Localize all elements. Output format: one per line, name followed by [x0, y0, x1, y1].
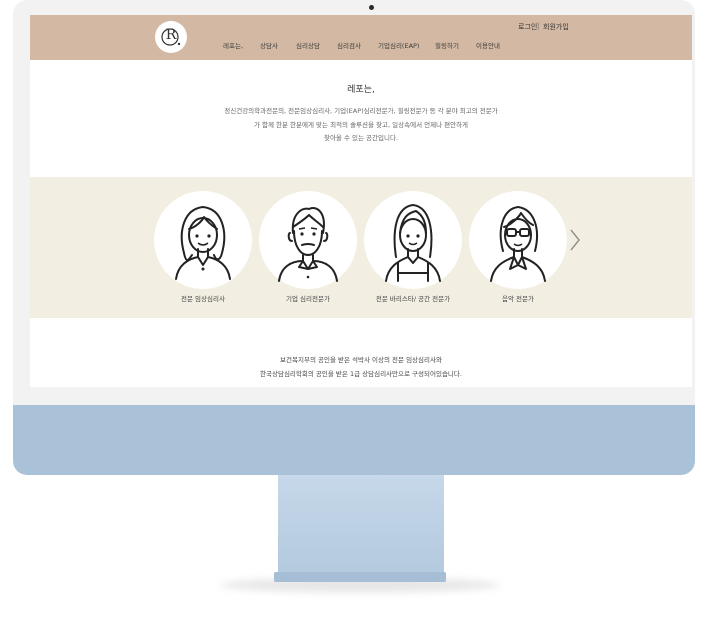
intro-line-2: 가 함께 한분 한분에게 맞는 최적의 솔루션을 찾고, 일상속에서 언제나 편…	[253, 121, 469, 129]
expert-label-barista: 전문 바리스타/ 공간 전문가	[375, 295, 451, 303]
expert-card-barista[interactable]	[364, 191, 462, 289]
nav-item-eap[interactable]: 기업심리(EAP)	[378, 40, 419, 50]
expert-label-clinical: 전문 임상심리사	[181, 295, 225, 303]
logo-letter: R	[165, 27, 177, 43]
expert-label-music: 음악 전문가	[502, 295, 534, 303]
monitor-chin	[13, 405, 695, 475]
util-separator: |	[537, 22, 540, 30]
barista-avatar-icon	[385, 204, 441, 282]
nav-item-healing[interactable]: 힐링하기	[435, 40, 459, 50]
expert-label-corporate: 기업 심리전문가	[286, 295, 330, 303]
nav-item-about[interactable]: 레포는,	[223, 40, 243, 50]
monitor-stand	[278, 475, 444, 575]
login-link[interactable]: 로그인	[518, 22, 537, 32]
expert-card-corporate[interactable]	[259, 191, 357, 289]
glasses-woman-avatar-icon	[490, 206, 546, 282]
website-screen: R 로그인 | 회원가입 레포는, 상담사 심리상담 심리검사 기업심리(EAP…	[30, 15, 692, 387]
woman-avatar-icon	[175, 206, 231, 280]
monitor-stand-foot	[274, 572, 446, 582]
expert-card-clinical[interactable]	[154, 191, 252, 289]
chevron-right-icon[interactable]	[568, 227, 582, 253]
signup-link[interactable]: 회원가입	[543, 22, 569, 32]
nav-item-counseling[interactable]: 심리상담	[296, 40, 320, 50]
expert-card-music[interactable]	[469, 191, 567, 289]
intro-title: 레포는,	[347, 85, 375, 95]
site-header: R 로그인 | 회원가입 레포는, 상담사 심리상담 심리검사 기업심리(EAP…	[30, 15, 692, 60]
nav-item-assessment[interactable]: 심리검사	[337, 40, 361, 50]
intro-line-1: 정신건강의학과전문의, 전문임상심리사, 기업(EAP)심리전문가, 힐링전문가…	[224, 107, 498, 115]
nav-item-guide[interactable]: 이용안내	[476, 40, 500, 50]
site-logo[interactable]: R	[155, 21, 187, 53]
man-avatar-icon	[278, 207, 338, 282]
camera-icon	[369, 5, 374, 10]
intro-line-3: 찾아올 수 있는 공간입니다.	[323, 134, 399, 142]
credentials-line-1: 보건복지부의 공인을 받은 석박사 이상의 전문 임상심리사와	[280, 356, 442, 364]
nav-item-counselors[interactable]: 상담사	[260, 40, 278, 50]
credentials-line-2: 한국상담심리학회의 공인을 받은 1급 상담심리사만으로 구성되어있습니다.	[260, 370, 462, 378]
